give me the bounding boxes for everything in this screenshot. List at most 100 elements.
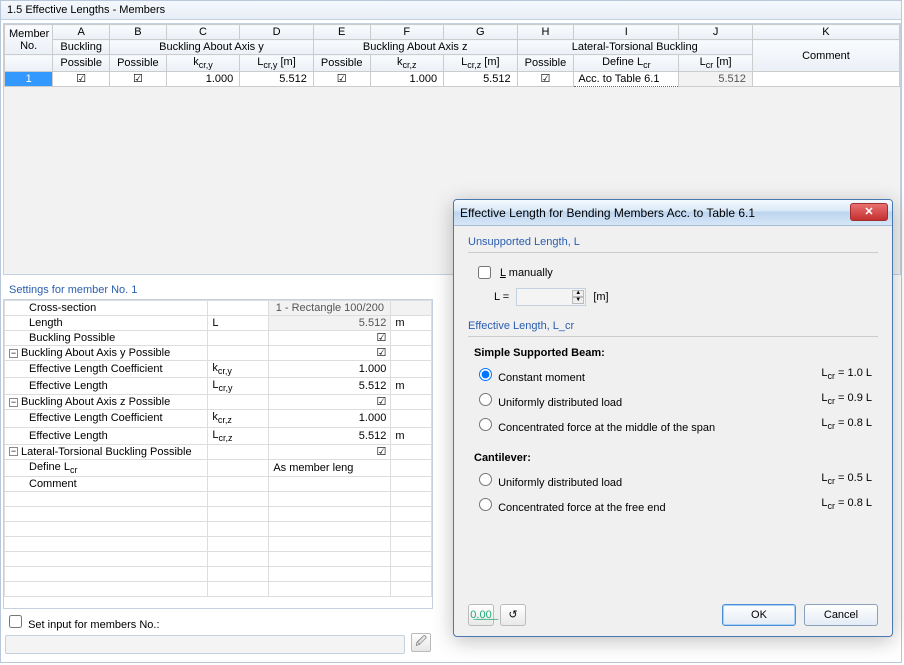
group-title-Lcr: Effective Length, L_cr bbox=[468, 320, 878, 337]
value-defineLcr[interactable]: As member leng bbox=[269, 459, 391, 476]
radio-udl-beam[interactable]: Uniformly distributed load Lcr = 0.9 L bbox=[474, 390, 872, 409]
group-axisz[interactable]: Buckling About Axis z bbox=[313, 40, 517, 55]
set-input-checkbox[interactable]: Set input for members No.: bbox=[5, 619, 160, 631]
radio-udl-cantilever[interactable]: Uniformly distributed load Lcr = 0.5 L bbox=[474, 470, 872, 489]
value-Lcrz[interactable]: 5.512 bbox=[269, 427, 391, 444]
col-letter-D[interactable]: D bbox=[240, 25, 314, 40]
value-Lcry[interactable]: 5.512 bbox=[269, 378, 391, 395]
units-button[interactable]: 0͟.͟0͟0͟ bbox=[468, 604, 494, 626]
row-kcry[interactable]: Effective Length Coefficient kcr,y 1.000 bbox=[5, 361, 432, 378]
col-member-no[interactable]: MemberNo. bbox=[5, 25, 53, 55]
row-buckling-possible[interactable]: Buckling Possible ☑ bbox=[5, 331, 432, 346]
cell-B[interactable]: ☑ bbox=[110, 72, 167, 87]
col-letter-B[interactable]: B bbox=[110, 25, 167, 40]
value-comment[interactable] bbox=[269, 476, 391, 491]
radio-input[interactable] bbox=[479, 418, 492, 431]
group-axisy[interactable]: Buckling About Axis y bbox=[110, 40, 314, 55]
col-comment[interactable]: Comment bbox=[752, 40, 899, 72]
collapse-icon[interactable]: − bbox=[9, 349, 18, 358]
col-letter-J[interactable]: J bbox=[679, 25, 753, 40]
hdr-Lcr[interactable]: Lcr [m] bbox=[679, 55, 753, 72]
close-button[interactable]: ✕ bbox=[850, 203, 888, 221]
cell-I[interactable]: Acc. to Table 6.1 bbox=[574, 72, 679, 87]
label-el-y: Effective Length bbox=[5, 378, 208, 395]
collapse-icon[interactable]: − bbox=[9, 447, 18, 456]
L-value-input[interactable]: ▲▼ bbox=[516, 288, 586, 306]
ok-button[interactable]: OK bbox=[722, 604, 796, 626]
col-letter-K[interactable]: K bbox=[752, 25, 899, 40]
value-ltb[interactable]: ☑ bbox=[269, 444, 391, 459]
value-length: 5.512 bbox=[269, 316, 391, 331]
col-letter-H[interactable]: H bbox=[517, 25, 574, 40]
radio-conc-mid[interactable]: Concentrated force at the middle of the … bbox=[474, 415, 872, 434]
hdr-Lcry[interactable]: Lcr,y [m] bbox=[240, 55, 314, 72]
row-axisz[interactable]: −Buckling About Axis z Possible ☑ bbox=[5, 395, 432, 410]
col-letter-C[interactable]: C bbox=[166, 25, 240, 40]
radio-input[interactable] bbox=[479, 368, 492, 381]
row-length[interactable]: Length L 5.512 m bbox=[5, 316, 432, 331]
col-letter-E[interactable]: E bbox=[313, 25, 370, 40]
spinner-icon[interactable]: ▲▼ bbox=[572, 290, 584, 304]
hdr-kcry[interactable]: kcr,y bbox=[166, 55, 240, 72]
hdr-possible-A[interactable]: Possible bbox=[53, 55, 110, 72]
hdr-Lcrz[interactable]: Lcr,z [m] bbox=[444, 55, 518, 72]
cell-C[interactable]: 1.000 bbox=[166, 72, 240, 87]
radio-input[interactable] bbox=[479, 473, 492, 486]
hdr-kcrz[interactable]: kcr,z bbox=[370, 55, 444, 72]
hdr-possible-H[interactable]: Possible bbox=[517, 55, 574, 72]
cell-G[interactable]: 5.512 bbox=[444, 72, 518, 87]
pick-members-button[interactable]: 🖉 bbox=[411, 633, 431, 652]
settings-title: Settings for member No. 1 bbox=[9, 284, 137, 296]
row-axisy[interactable]: −Buckling About Axis y Possible ☑ bbox=[5, 346, 432, 361]
value-kcrz[interactable]: 1.000 bbox=[269, 410, 391, 427]
col-letter-I[interactable]: I bbox=[574, 25, 679, 40]
cell-E[interactable]: ☑ bbox=[313, 72, 370, 87]
collapse-icon[interactable]: − bbox=[9, 398, 18, 407]
checkbox-icon[interactable]: ☑ bbox=[541, 73, 551, 85]
row-kcrz[interactable]: Effective Length Coefficient kcr,z 1.000 bbox=[5, 410, 432, 427]
checkbox-icon[interactable]: ☑ bbox=[76, 73, 86, 85]
row-Lcrz[interactable]: Effective Length Lcr,z 5.512 m bbox=[5, 427, 432, 444]
col-letter-F[interactable]: F bbox=[370, 25, 444, 40]
group-ltb[interactable]: Lateral-Torsional Buckling bbox=[517, 40, 752, 55]
cancel-button[interactable]: Cancel bbox=[804, 604, 878, 626]
members-no-input[interactable] bbox=[5, 635, 405, 654]
cell-K[interactable] bbox=[752, 72, 899, 87]
l-manually-checkbox[interactable] bbox=[478, 266, 491, 279]
radio-constant-moment[interactable]: Constant moment Lcr = 1.0 L bbox=[474, 365, 872, 384]
cell-D[interactable]: 5.512 bbox=[240, 72, 314, 87]
cell-A[interactable]: ☑ bbox=[53, 72, 110, 87]
col-letter-G[interactable]: G bbox=[444, 25, 518, 40]
settings-grid[interactable]: Cross-section 1 - Rectangle 100/200 Leng… bbox=[3, 299, 433, 609]
value-kcry[interactable]: 1.000 bbox=[269, 361, 391, 378]
L-unit: [m] bbox=[593, 291, 608, 303]
row-defineLcr[interactable]: Define Lcr As member leng bbox=[5, 459, 432, 476]
radio-input[interactable] bbox=[479, 393, 492, 406]
row-ltb[interactable]: −Lateral-Torsional Buckling Possible ☑ bbox=[5, 444, 432, 459]
checkbox-icon[interactable]: ☑ bbox=[133, 73, 143, 85]
row-Lcry[interactable]: Effective Length Lcr,y 5.512 m bbox=[5, 378, 432, 395]
row-comment[interactable]: Comment bbox=[5, 476, 432, 491]
group-title-L: Unsupported Length, L bbox=[468, 236, 878, 253]
cell-F[interactable]: 1.000 bbox=[370, 72, 444, 87]
label-axisy: −Buckling About Axis y Possible bbox=[5, 346, 208, 361]
hdr-defineLcr[interactable]: Define Lcr bbox=[574, 55, 679, 72]
value-axisy[interactable]: ☑ bbox=[269, 346, 391, 361]
row-number[interactable]: 1 bbox=[5, 72, 53, 87]
radio-conc-free-end[interactable]: Concentrated force at the free end Lcr =… bbox=[474, 495, 872, 514]
hdr-possible-B[interactable]: Possible bbox=[110, 55, 167, 72]
table-row[interactable]: 1 ☑ ☑ 1.000 5.512 ☑ 1.000 5.512 ☑ Acc. t… bbox=[5, 72, 900, 87]
value-buckling-possible[interactable]: ☑ bbox=[269, 331, 391, 346]
col-letter-A[interactable]: A bbox=[53, 25, 110, 40]
checkbox-icon[interactable]: ☑ bbox=[337, 73, 347, 85]
hdr-possible-E[interactable]: Possible bbox=[313, 55, 370, 72]
set-input-checkbox-input[interactable] bbox=[9, 615, 22, 628]
reset-button[interactable]: ↺ bbox=[500, 604, 526, 626]
cell-H[interactable]: ☑ bbox=[517, 72, 574, 87]
label-defineLcr: Define Lcr bbox=[5, 459, 208, 476]
value-axisz[interactable]: ☑ bbox=[269, 395, 391, 410]
row-cross-section[interactable]: Cross-section 1 - Rectangle 100/200 bbox=[5, 301, 432, 316]
radio-input[interactable] bbox=[479, 498, 492, 511]
group-buckling[interactable]: Buckling bbox=[53, 40, 110, 55]
dialog-title-bar[interactable]: Effective Length for Bending Members Acc… bbox=[454, 200, 892, 226]
